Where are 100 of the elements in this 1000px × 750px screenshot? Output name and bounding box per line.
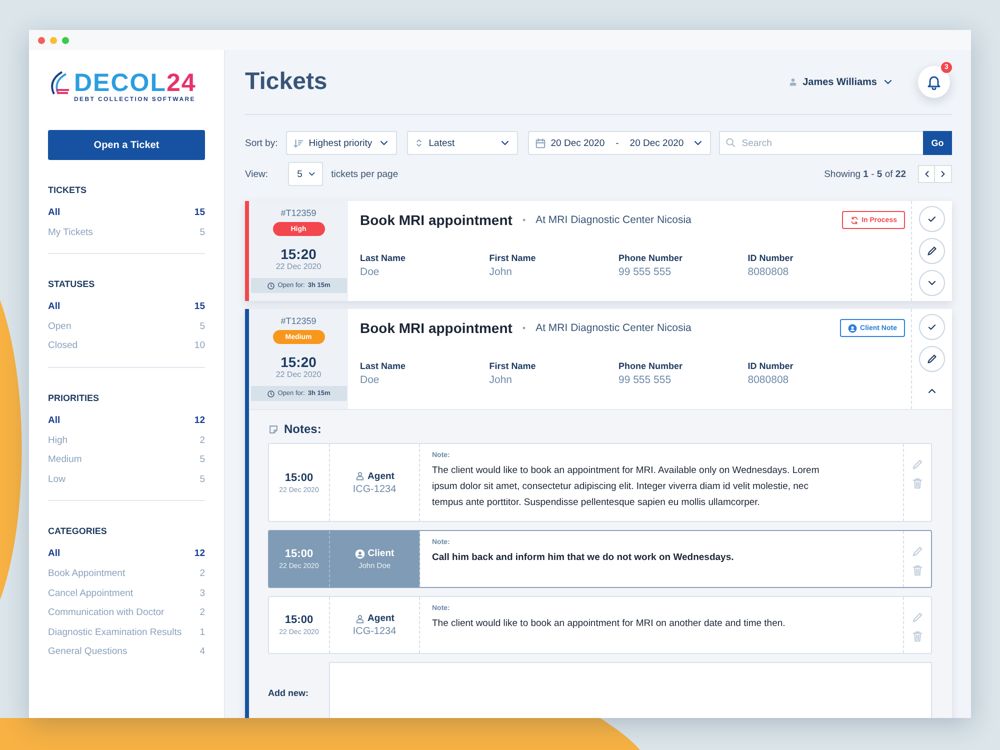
field-label: Phone Number <box>618 361 684 371</box>
delete-note-button[interactable] <box>911 564 924 577</box>
pencil-icon <box>911 611 924 624</box>
go-button[interactable]: Go <box>923 131 952 155</box>
logo-swoosh-icon <box>48 70 70 96</box>
sidebar-item[interactable]: All 15 <box>48 297 205 317</box>
clock-icon <box>266 390 275 398</box>
sidebar-item[interactable]: Open 5 <box>48 316 205 336</box>
close-window-icon[interactable] <box>38 36 45 44</box>
trash-icon <box>911 630 924 643</box>
separator-dot-icon: • <box>522 215 526 225</box>
note-author-role: Client <box>368 548 394 559</box>
search-field[interactable]: Search <box>718 131 923 155</box>
pencil-icon <box>911 458 924 471</box>
new-note-field[interactable] <box>329 662 932 718</box>
sidebar-item[interactable]: All 12 <box>48 410 205 431</box>
page-title: Tickets <box>245 68 328 96</box>
delete-note-button[interactable] <box>911 630 924 643</box>
section-title: TICKETS <box>48 185 88 195</box>
resolve-button[interactable] <box>919 206 945 232</box>
pencil-icon <box>926 353 938 365</box>
ticket-time: 15:20 <box>280 246 316 262</box>
person-icon <box>354 614 365 624</box>
per-page-select[interactable]: 5 <box>288 162 324 186</box>
sidebar-item[interactable]: High 2 <box>48 430 205 450</box>
trash-icon <box>911 477 924 490</box>
field-value: 8080808 <box>748 374 790 386</box>
bell-icon <box>926 74 942 90</box>
field-label: Last Name <box>360 253 407 263</box>
ticket-id: #T12359 <box>280 208 316 218</box>
note-text: The client would like to book an appointment for MRI on another date and time then. <box>432 617 786 631</box>
section-title: CATEGORIES <box>48 526 108 536</box>
trash-icon <box>911 564 924 577</box>
field-label: First Name <box>489 361 537 371</box>
sidebar-item[interactable]: General Questions 4 <box>48 642 205 662</box>
ticket-date: 22 Dec 2020 <box>276 370 322 379</box>
section-title: STATUSES <box>48 279 96 290</box>
sidebar-item[interactable]: All 12 <box>48 544 205 564</box>
calendar-icon <box>534 138 546 148</box>
ticket-title: Book MRI appointment <box>360 320 512 336</box>
sidebar-item[interactable]: Cancel Appointment 3 <box>48 584 205 604</box>
sidebar-item[interactable]: All 15 <box>48 203 205 223</box>
sidebar-item[interactable]: My Tickets 5 <box>48 222 205 242</box>
minimize-window-icon[interactable] <box>50 36 57 44</box>
field-value: 8080808 <box>748 266 790 278</box>
note-text: Call him back and inform him that we do not work on Wednesdays. <box>432 551 735 565</box>
note-icon <box>268 424 279 434</box>
up-down-icon <box>414 138 424 148</box>
clock-icon <box>266 282 275 290</box>
sort-icon <box>292 138 304 148</box>
order-select[interactable]: Latest <box>406 131 518 155</box>
field-value: John <box>489 266 514 278</box>
delete-note-button[interactable] <box>911 477 924 490</box>
next-page-button[interactable] <box>935 165 952 183</box>
open-ticket-button[interactable]: Open a Ticket <box>48 130 205 160</box>
field-value: John <box>489 374 514 386</box>
ticket-time: 15:20 <box>280 354 316 370</box>
field-value: 99 555 555 <box>618 374 672 386</box>
sidebar-item[interactable]: Closed 10 <box>48 336 205 356</box>
sidebar-item[interactable]: Medium 5 <box>48 450 205 470</box>
sidebar-item[interactable]: Low 5 <box>48 470 205 490</box>
sidebar-item[interactable]: Diagnostic Examination Results 1 <box>48 622 205 642</box>
sidebar-item[interactable]: Book Appointment 2 <box>48 564 205 584</box>
sort-label: Sort by: <box>245 138 278 148</box>
field-label: ID Number <box>748 361 794 371</box>
pencil-icon <box>926 245 938 257</box>
field-value: Doe <box>360 266 380 278</box>
edit-note-button[interactable] <box>911 611 924 624</box>
field-label: First Name <box>489 253 537 263</box>
sort-select[interactable]: Highest priority <box>286 131 397 155</box>
edit-button[interactable] <box>919 346 945 372</box>
date-range-select[interactable]: 20 Dec 2020 - 20 Dec 2020 <box>528 131 711 155</box>
previous-page-button[interactable] <box>918 165 935 183</box>
person-icon <box>788 77 798 87</box>
user-circle-icon <box>848 324 858 332</box>
section-title: PRIORITIES <box>48 392 100 403</box>
pencil-icon <box>911 545 924 558</box>
view-label: View: <box>245 168 268 180</box>
user-menu[interactable]: James Williams <box>782 75 900 89</box>
field-label: ID Number <box>748 253 794 263</box>
field-label: Last Name <box>360 361 407 371</box>
edit-note-button[interactable] <box>911 545 924 558</box>
user-circle-icon <box>354 548 365 558</box>
expand-button[interactable] <box>919 270 945 296</box>
sidebar-item[interactable]: Communication with Doctor 2 <box>48 603 205 623</box>
note-time: 15:00 <box>284 548 314 560</box>
field-value: 99 555 555 <box>618 266 672 278</box>
note-author: ICG-1234 <box>352 626 396 637</box>
resolve-button[interactable] <box>919 314 945 340</box>
refresh-icon <box>850 216 859 224</box>
showing-count: Showing 1 - 5 of 22 <box>824 168 906 180</box>
edit-note-button[interactable] <box>911 458 924 471</box>
maximize-window-icon[interactable] <box>62 36 69 44</box>
separator-dot-icon: • <box>522 323 526 333</box>
note-row[interactable] <box>268 443 932 522</box>
logo-wordmark: DECOL24 <box>74 70 196 96</box>
add-note-label: Add new: <box>268 688 310 698</box>
note-author-role: Agent <box>368 470 394 482</box>
ticket-location: At MRI Diagnostic Center Nicosia <box>536 214 692 226</box>
edit-button[interactable] <box>919 238 945 264</box>
